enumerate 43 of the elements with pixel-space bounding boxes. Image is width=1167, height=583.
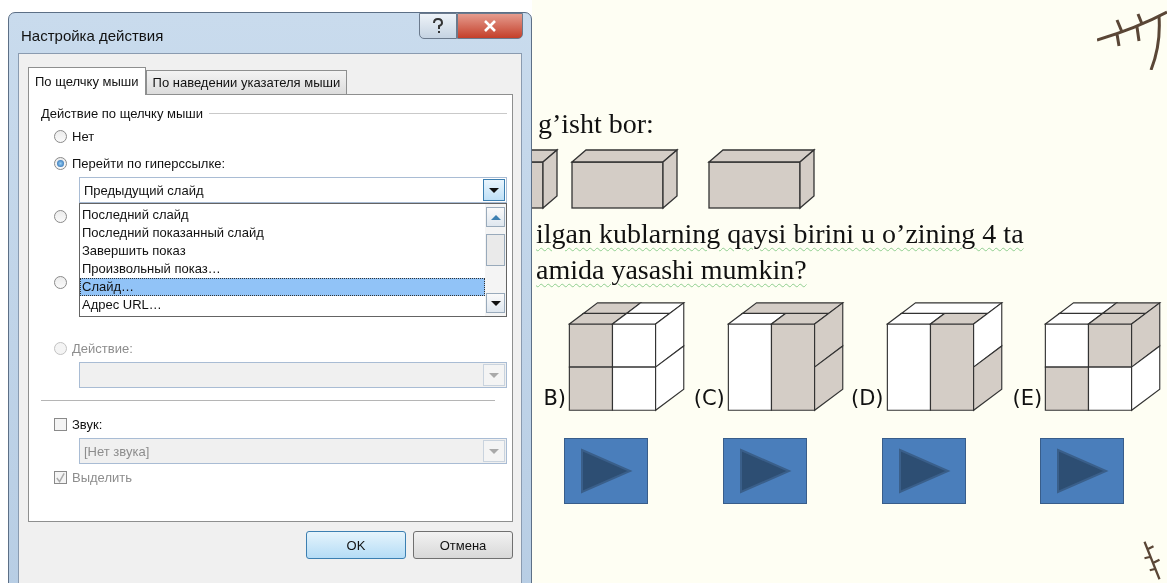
radio-button[interactable] <box>54 276 67 289</box>
twig-drawing <box>1097 10 1167 70</box>
slide-text: g’isht bor: <box>538 108 655 140</box>
checkbox-label: Выделить <box>72 470 132 485</box>
tab[interactable]: По щелчку мыши <box>28 67 146 95</box>
list-item[interactable]: Завершить показ <box>80 242 485 260</box>
list-item[interactable]: Произвольный показ… <box>80 260 485 278</box>
scrollbar[interactable] <box>485 204 506 316</box>
close-icon <box>483 20 497 32</box>
play-button[interactable] <box>881 438 966 504</box>
question-mark-icon <box>432 18 444 34</box>
list-item[interactable]: Последний показанный слайд <box>80 224 485 242</box>
tab[interactable]: По наведении указателя мыши <box>145 70 348 94</box>
checkbox-label: Звук: <box>72 417 103 432</box>
option-label: Перейти по гиперссылке: <box>72 156 226 171</box>
dialog-button[interactable]: Отмена <box>413 531 513 559</box>
action-dropdown[interactable] <box>79 362 507 388</box>
dialog-button[interactable]: OK <box>306 531 406 559</box>
scrollbar-thumb[interactable] <box>486 234 505 266</box>
option-label: Нет <box>72 129 95 144</box>
answer-label: (C) <box>692 386 725 410</box>
option-label: Действие: <box>72 341 133 356</box>
window-title: Настройка действия <box>21 27 164 44</box>
radio-button[interactable] <box>54 210 67 223</box>
group-title: Действие по щелчку мыши <box>41 105 203 121</box>
help-button[interactable] <box>419 13 457 39</box>
answer-label: (D) <box>849 386 884 410</box>
play-button[interactable] <box>1040 438 1125 504</box>
radio-button[interactable] <box>54 157 67 170</box>
list-item[interactable]: Слайд… <box>80 278 485 296</box>
hyperlink-dropdown[interactable]: Предыдущий слайд <box>79 177 507 203</box>
answer-label: B) <box>542 386 566 410</box>
list-item[interactable]: Адрес URL… <box>80 296 485 314</box>
question-text: ilgan kublarning qaysi birini u o’zining 4 ta <box>536 217 1024 251</box>
close-button[interactable] <box>457 13 523 39</box>
list-item[interactable]: Последний слайд <box>80 206 485 224</box>
question-text: amida yasashi mumkin? <box>536 253 807 287</box>
answer-label: (E) <box>1011 386 1043 410</box>
scroll-up-button[interactable] <box>486 207 505 227</box>
scroll-down-button[interactable] <box>486 293 505 313</box>
radio-button[interactable] <box>54 130 67 143</box>
play-button[interactable] <box>722 438 807 504</box>
play-button[interactable] <box>564 438 648 504</box>
